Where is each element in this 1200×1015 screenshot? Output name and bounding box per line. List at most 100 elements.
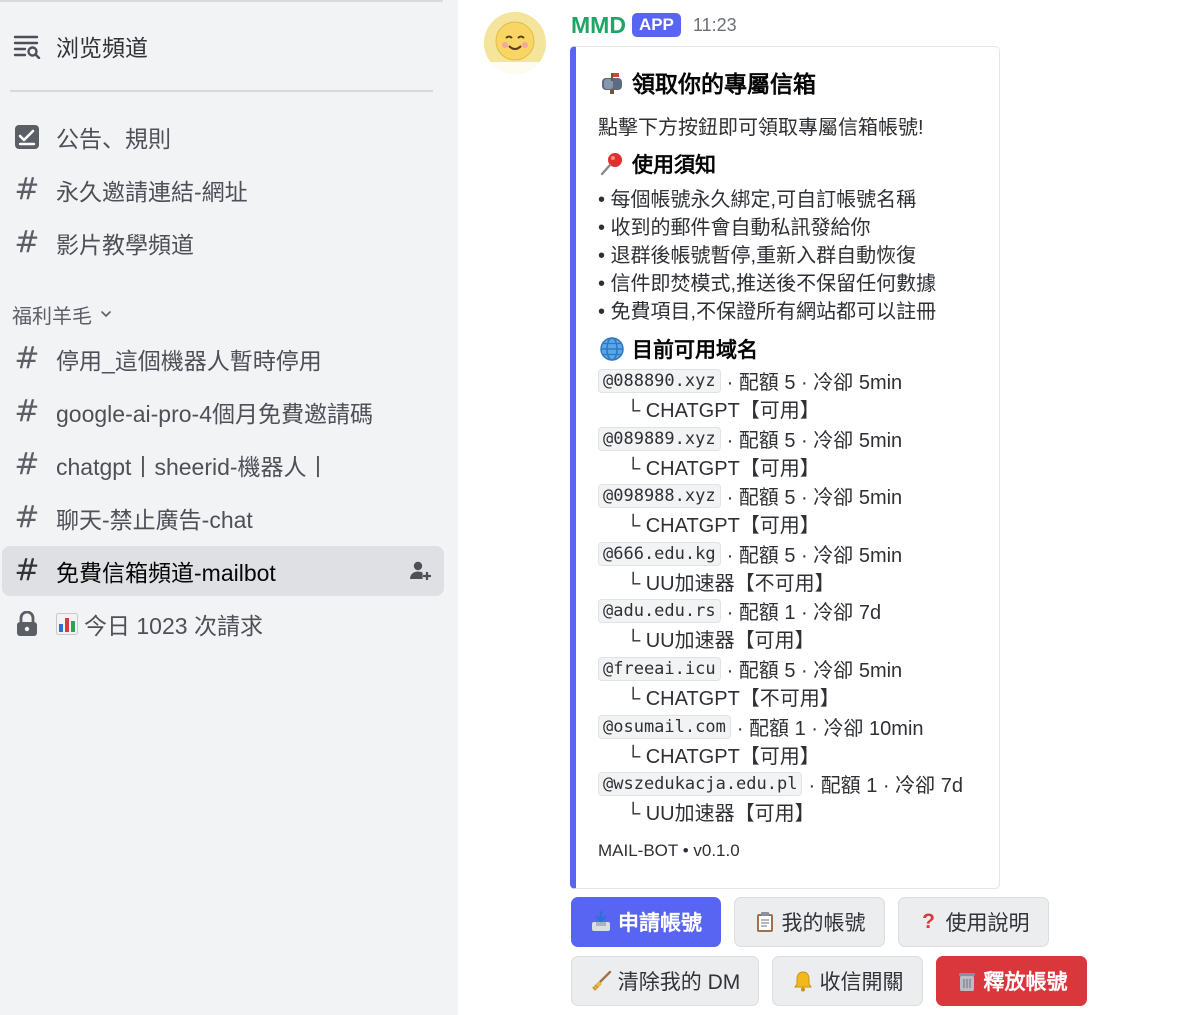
channel-label: 聊天-禁止廣告-chat <box>56 507 253 533</box>
channel-label: 影片教學頻道 <box>56 232 194 258</box>
bar-chart-icon <box>56 613 78 635</box>
domain-status: └ CHATGPT【不可用】 <box>626 688 840 710</box>
domain-row: @088890.xyz · 配額 5 · 冷卻 5min <box>598 367 902 394</box>
domain-meta: · 配額 1 · 冷卻 7d <box>726 602 882 624</box>
clear-dm-button[interactable]: 清除我的 DM <box>571 956 759 1006</box>
domain-status: └ CHATGPT【可用】 <box>626 400 820 422</box>
domain-status: └ CHATGPT【可用】 <box>626 746 820 768</box>
domain-meta: · 配額 1 · 冷卻 10min <box>736 718 924 740</box>
domain-row: @wszedukacja.edu.pl · 配額 1 · 冷卻 7d <box>598 770 963 797</box>
my-account-button[interactable]: 我的帳號 <box>734 897 885 947</box>
channel-disabled-bot[interactable]: # 停用_這個機器人暫時停用 <box>2 334 444 384</box>
usage-item: • 每個帳號永久綁定,可自訂帳號名稱 <box>598 189 917 211</box>
embed-title-text: 領取你的專屬信箱 <box>632 71 816 97</box>
domain-code: @adu.edu.rs <box>598 598 721 623</box>
embed-footer: MAIL-BOT • v0.1.0 <box>598 841 740 860</box>
domain-code: @freeai.icu <box>598 656 721 681</box>
hash-icon: # <box>14 394 40 429</box>
usage-item: • 退群後帳號暫停,重新入群自動恢復 <box>598 245 917 267</box>
usage-help-button[interactable]: ? 使用說明 <box>898 897 1049 947</box>
broom-icon <box>590 970 612 992</box>
channel-sidebar: 浏览頻道 公告、規則 # 永久邀請連結-網址 # 影片教學頻道 福利羊毛 # 停… <box>0 0 458 1015</box>
message-header: MMD APP 11:23 <box>571 10 737 40</box>
domain-row: @freeai.icu · 配額 5 · 冷卻 5min <box>598 655 902 682</box>
mailbox-embed: 領取你的專屬信箱 點擊下方按鈕即可領取專屬信箱帳號! 使用須知 • 每個帳號永久… <box>570 46 1000 889</box>
button-label: 釋放帳號 <box>983 971 1068 994</box>
channel-mailbot-active[interactable]: # 免費信箱頻道-mailbot <box>2 546 444 596</box>
wastebasket-icon <box>956 970 978 992</box>
domain-meta: · 配額 1 · 冷卻 7d <box>808 775 963 797</box>
browse-channels-button[interactable]: 浏览頻道 <box>12 28 148 64</box>
domain-row: @adu.edu.rs · 配額 1 · 冷卻 7d <box>598 597 881 624</box>
usage-section-title: 使用須知 <box>598 149 716 179</box>
release-account-button[interactable]: 釋放帳號 <box>936 956 1087 1006</box>
channel-chat[interactable]: # 聊天-禁止廣告-chat <box>2 493 444 543</box>
browse-channels-icon <box>12 31 42 61</box>
button-label: 清除我的 DM <box>617 971 741 994</box>
channel-label: 永久邀請連結-網址 <box>56 179 248 205</box>
lock-icon <box>12 609 42 639</box>
mailbox-icon <box>598 68 626 96</box>
apply-account-button[interactable]: 申請帳號 <box>571 897 721 947</box>
author-name[interactable]: MMD <box>571 12 626 39</box>
usage-item: • 收到的郵件會自動私訊發給你 <box>598 217 871 239</box>
clipboard-icon <box>754 911 776 933</box>
hash-icon: # <box>14 500 40 535</box>
category-header[interactable]: 福利羊毛 <box>12 300 112 328</box>
domain-status: └ UU加速器【可用】 <box>626 630 815 652</box>
usage-title-text: 使用須知 <box>632 154 716 177</box>
question-icon: ? <box>922 910 935 933</box>
channel-video-tutorials[interactable]: # 影片教學頻道 <box>2 218 444 268</box>
globe-icon <box>598 335 626 363</box>
chevron-down-icon <box>101 311 111 318</box>
domain-meta: · 配額 5 · 冷卻 5min <box>726 660 903 682</box>
embed-title: 領取你的專屬信箱 <box>598 65 816 99</box>
hash-icon: # <box>14 341 40 376</box>
message-timestamp[interactable]: 11:23 <box>693 15 737 36</box>
domain-code: @098988.xyz <box>598 483 721 508</box>
usage-item: • 信件即焚模式,推送後不保留任何數據 <box>598 273 937 295</box>
invite-member-icon[interactable] <box>408 559 432 583</box>
domain-code: @089889.xyz <box>598 426 721 451</box>
button-label: 申請帳號 <box>618 912 702 935</box>
domain-row: @osumail.com · 配額 1 · 冷卻 10min <box>598 713 924 740</box>
channel-label: 免費信箱頻道-mailbot <box>56 560 276 586</box>
domains-title-text: 目前可用域名 <box>632 339 758 362</box>
embed-description: 點擊下方按鈕即可領取專屬信箱帳號! <box>598 117 924 139</box>
domain-row: @098988.xyz · 配額 5 · 冷卻 5min <box>598 482 902 509</box>
channel-invite-links[interactable]: # 永久邀請連結-網址 <box>2 165 444 215</box>
hash-icon: # <box>14 447 40 482</box>
pushpin-icon <box>598 150 626 178</box>
domain-meta: · 配額 5 · 冷卻 5min <box>726 487 903 509</box>
domain-code: @666.edu.kg <box>598 541 721 566</box>
channel-label: google-ai-pro-4個月免費邀請碼 <box>56 401 373 427</box>
channel-label: 停用_這個機器人暫時停用 <box>56 348 322 374</box>
channel-google-ai-pro[interactable]: # google-ai-pro-4個月免費邀請碼 <box>2 387 444 437</box>
domain-row: @666.edu.kg · 配額 5 · 冷卻 5min <box>598 540 902 567</box>
domain-code: @088890.xyz <box>598 368 721 393</box>
domain-row: @089889.xyz · 配額 5 · 冷卻 5min <box>598 425 902 452</box>
inbox-tray-icon <box>590 911 612 933</box>
channel-label: 今日 1023 次請求 <box>84 613 263 639</box>
domain-status: └ UU加速器【可用】 <box>626 803 815 825</box>
button-label: 收信開關 <box>819 971 904 994</box>
channel-request-count[interactable]: 今日 1023 次請求 <box>2 599 444 649</box>
domain-status: └ CHATGPT【可用】 <box>626 458 820 480</box>
category-label: 福利羊毛 <box>12 305 92 328</box>
hash-icon: # <box>14 553 40 588</box>
hash-icon: # <box>14 172 40 207</box>
domain-meta: · 配額 5 · 冷卻 5min <box>726 430 903 452</box>
mail-toggle-button[interactable]: 收信開關 <box>772 956 923 1006</box>
sidebar-top-divider <box>0 0 443 2</box>
browse-channels-label: 浏览頻道 <box>56 35 148 61</box>
domain-code: @osumail.com <box>598 714 731 739</box>
app-badge: APP <box>631 13 681 37</box>
channel-chatgpt-sheerid[interactable]: # chatgpt丨sheerid-機器人丨 <box>2 440 444 490</box>
domain-status: └ UU加速器【不可用】 <box>626 573 835 595</box>
button-label: 我的帳號 <box>781 912 866 935</box>
domain-meta: · 配額 5 · 冷卻 5min <box>726 545 903 567</box>
checklist-icon <box>12 122 42 152</box>
channel-label: chatgpt丨sheerid-機器人丨 <box>56 454 330 480</box>
channel-announcements[interactable]: 公告、規則 <box>2 112 444 162</box>
bot-avatar[interactable] <box>484 12 546 74</box>
